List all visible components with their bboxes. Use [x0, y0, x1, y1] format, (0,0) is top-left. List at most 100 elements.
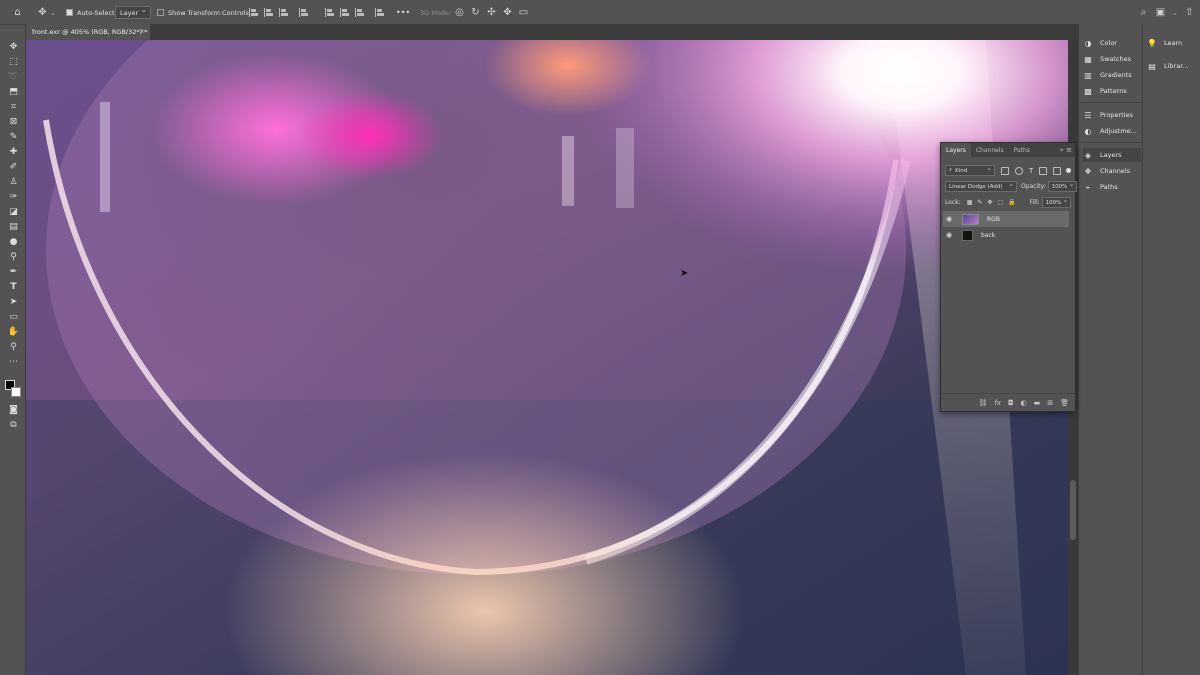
frame-tool-icon[interactable]: ⊠	[7, 115, 20, 128]
align-middle-icon[interactable]	[340, 8, 349, 17]
zoom-tool-icon[interactable]: ⚲	[7, 340, 20, 353]
scrollbar-thumb[interactable]	[1070, 480, 1076, 540]
dock-item-layers[interactable]: ◈ Layers	[1083, 148, 1141, 162]
add-mask-icon[interactable]: ◘	[1008, 399, 1014, 407]
clone-stamp-tool-icon[interactable]: ♙	[7, 175, 20, 188]
filter-shape-icon[interactable]	[1039, 166, 1048, 175]
lock-artboard-icon[interactable]: ⬚	[997, 199, 1003, 206]
slide-3d-icon[interactable]: ✥	[502, 7, 513, 18]
workspace-icon[interactable]: ▣	[1155, 7, 1166, 18]
home-button[interactable]: ⌂	[12, 0, 23, 25]
filter-type-icon[interactable]: T	[1029, 167, 1033, 175]
eyedropper-tool-icon[interactable]: ✎	[7, 130, 20, 143]
dock-item-color[interactable]: ◑ Color	[1083, 36, 1141, 50]
brush-tool-icon[interactable]: ✐	[7, 160, 20, 173]
fill-field[interactable]: 100%	[1041, 196, 1072, 208]
lock-all-icon[interactable]: 🔒	[1008, 199, 1015, 206]
filter-smart-object-icon[interactable]	[1053, 166, 1062, 175]
filter-adjustment-icon[interactable]	[1015, 166, 1023, 175]
move-tool-icon[interactable]: ✥	[7, 40, 20, 53]
pen-tool-icon[interactable]: ✒	[7, 265, 20, 278]
channels-icon: ❖	[1084, 166, 1092, 176]
search-icon[interactable]: ⌕	[1138, 7, 1149, 18]
gradients-icon: ▥	[1084, 70, 1092, 80]
document-tab[interactable]: front.exr @ 405% (RGB, RGB/32*) * ×	[26, 24, 150, 40]
healing-brush-tool-icon[interactable]: ✚	[7, 145, 20, 158]
close-icon[interactable]: ×	[139, 27, 145, 35]
link-layers-icon[interactable]: ⛓	[978, 399, 987, 407]
lock-image-icon[interactable]: ✎	[977, 199, 982, 206]
gradient-tool-icon[interactable]: ▤	[7, 220, 20, 233]
background-color-swatch[interactable]	[11, 387, 21, 397]
new-adjustment-icon[interactable]: ◐	[1021, 399, 1027, 407]
screen-mode-icon[interactable]: ⧉	[7, 418, 20, 431]
color-wheel-icon: ◑	[1084, 38, 1092, 48]
checkbox-unchecked	[157, 9, 164, 16]
object-select-tool-icon[interactable]: ⬒	[7, 85, 20, 98]
distribute-icon[interactable]	[299, 8, 308, 17]
blur-tool-icon[interactable]: ●	[7, 235, 20, 248]
auto-select-target-dropdown[interactable]: Layer	[115, 5, 152, 19]
more-options-button[interactable]: •••	[396, 0, 410, 25]
align-left-icon[interactable]	[249, 8, 258, 17]
tab-layers[interactable]: Layers	[941, 143, 971, 157]
filter-kind-dropdown[interactable]: ⌕ Kind	[945, 164, 995, 176]
new-layer-icon[interactable]: ⊞	[1047, 399, 1053, 407]
dock-item-learn[interactable]: 💡 Learn	[1147, 36, 1200, 50]
move-tool-preset[interactable]: ✥ ⌄	[37, 0, 56, 25]
dock-separator	[1081, 142, 1141, 143]
marquee-tool-icon[interactable]: ⬚	[7, 55, 20, 68]
new-group-icon[interactable]: ▬	[1034, 399, 1041, 407]
visibility-eye-icon[interactable]: ◉	[946, 231, 956, 239]
distribute-vertical-icon[interactable]	[375, 8, 384, 17]
layer-row-back[interactable]: ◉ back	[943, 227, 1069, 243]
quick-mask-icon[interactable]: ◙	[7, 403, 20, 416]
align-bottom-icon[interactable]	[355, 8, 364, 17]
delete-layer-icon[interactable]: 🗑	[1060, 399, 1069, 407]
share-icon[interactable]: ⇧	[1184, 7, 1195, 18]
lock-position-icon[interactable]: ✥	[987, 199, 992, 206]
pan-3d-icon[interactable]: ✣	[486, 7, 497, 18]
document-canvas[interactable]: ➤	[26, 40, 1068, 675]
opacity-field[interactable]: 100%	[1047, 180, 1078, 192]
roll-icon[interactable]: ↻	[470, 7, 481, 18]
swatches-icon: ▦	[1084, 54, 1092, 64]
dock-item-properties[interactable]: ☰ Properties	[1083, 108, 1141, 122]
hand-tool-icon[interactable]: ✋	[7, 325, 20, 338]
tab-channels[interactable]: Channels	[971, 143, 1009, 157]
visibility-eye-icon[interactable]: ◉	[946, 215, 956, 223]
blend-mode-dropdown[interactable]: Linear Dodge (Add)	[945, 180, 1017, 192]
dock-item-paths[interactable]: ⌁ Paths	[1083, 180, 1141, 194]
type-tool-icon[interactable]: T	[7, 280, 20, 293]
rectangle-tool-icon[interactable]: ▭	[7, 310, 20, 323]
crop-tool-icon[interactable]: ⌗	[7, 100, 20, 113]
layer-row-rgb[interactable]: ◉ RGB	[943, 211, 1069, 227]
scale-3d-icon[interactable]: ▭	[518, 7, 529, 18]
dock-item-patterns[interactable]: ▩ Patterns	[1083, 84, 1141, 98]
lasso-tool-icon[interactable]: ➰	[7, 70, 20, 83]
auto-select-label: Auto-Select:	[77, 8, 117, 17]
align-right-icon[interactable]	[279, 8, 288, 17]
lock-transparent-icon[interactable]: ▦	[967, 199, 973, 206]
panel-menu-icon[interactable]: » ≡	[1060, 146, 1072, 154]
dock-item-gradients[interactable]: ▥ Gradients	[1083, 68, 1141, 82]
orbit-icon[interactable]: ◎	[454, 7, 465, 18]
dock-item-libraries[interactable]: ▤ Librar...	[1147, 59, 1200, 73]
path-selection-tool-icon[interactable]: ➤	[7, 295, 20, 308]
blend-row: Linear Dodge (Add) Opacity: 100%	[945, 180, 1078, 192]
align-center-icon[interactable]	[264, 8, 273, 17]
history-brush-tool-icon[interactable]: ✑	[7, 190, 20, 203]
dock-item-swatches[interactable]: ▦ Swatches	[1083, 52, 1141, 66]
align-top-icon[interactable]	[325, 8, 334, 17]
dock-item-adjustments[interactable]: ◐ Adjustme...	[1083, 124, 1141, 138]
dodge-tool-icon[interactable]: ⚲	[7, 250, 20, 263]
auto-select-checkbox[interactable]: Auto-Select:	[66, 0, 117, 25]
eraser-tool-icon[interactable]: ◪	[7, 205, 20, 218]
filter-pixel-icon[interactable]	[1001, 166, 1009, 175]
filter-toggle-icon[interactable]	[1066, 168, 1072, 173]
tab-paths[interactable]: Paths	[1009, 143, 1035, 157]
dock-item-channels[interactable]: ❖ Channels	[1083, 164, 1141, 178]
show-transform-controls-checkbox[interactable]: Show Transform Controls	[157, 0, 249, 25]
fx-icon[interactable]: fx	[994, 399, 1001, 407]
edit-toolbar-icon[interactable]: ⋯	[7, 355, 20, 368]
